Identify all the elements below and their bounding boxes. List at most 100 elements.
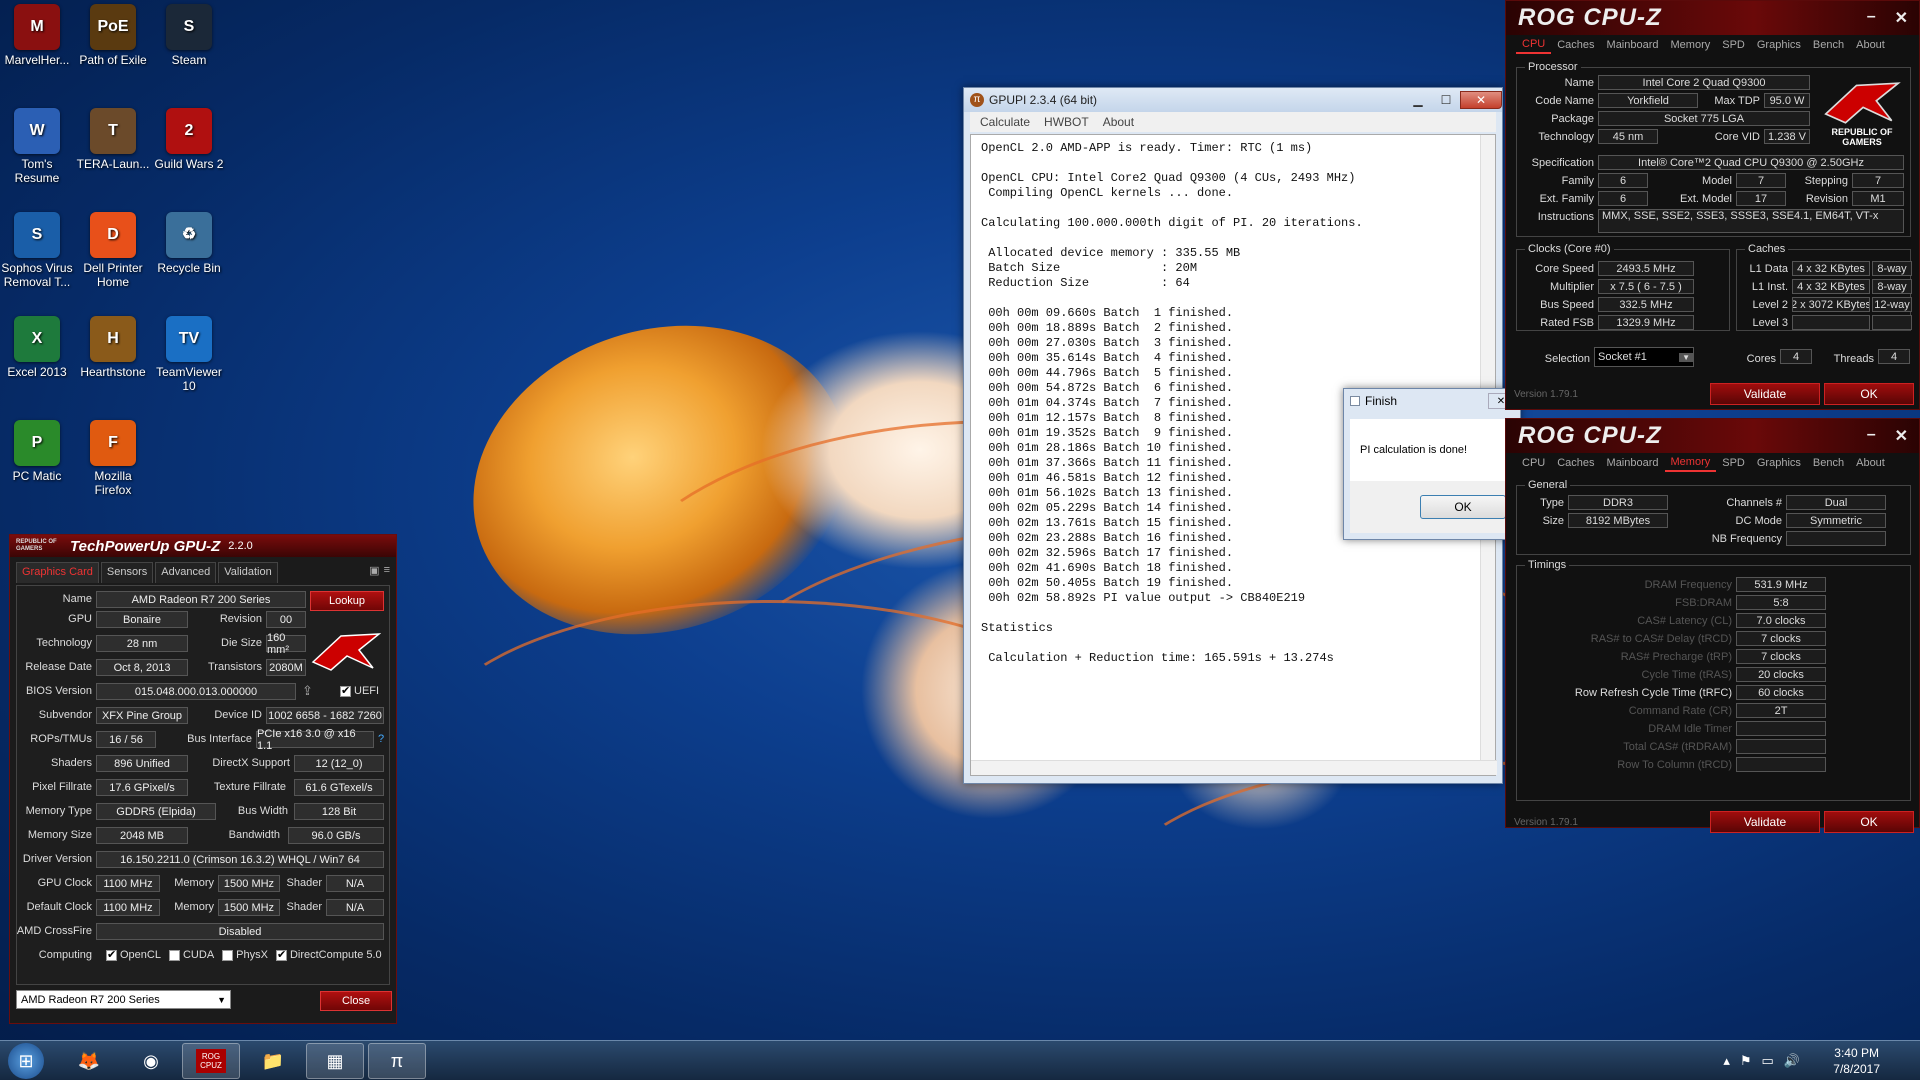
ok-button[interactable]: OK [1420,495,1506,519]
gpuz-taskbar-icon[interactable]: ▦ [306,1043,364,1079]
level-3-value [1792,315,1870,330]
tab-advanced[interactable]: Advanced [155,562,217,583]
start-button[interactable]: ⊞ [8,1043,44,1079]
cpuz-taskbar-icon[interactable]: ROG CPUZ [182,1043,240,1079]
tab-bench[interactable]: Bench [1807,455,1850,471]
tab-graphics[interactable]: Graphics [1751,455,1807,471]
network-icon[interactable]: ▭ [1762,1053,1774,1069]
ok-button[interactable]: OK [1824,383,1914,405]
desktop-icon[interactable]: TV TeamViewer 10 [152,316,226,393]
socket-select[interactable]: Socket #1 ▼ [1594,347,1694,367]
physx-option[interactable]: PhysX [222,949,268,961]
checkbox[interactable] [340,684,351,697]
tab-cpu[interactable]: CPU [1516,455,1551,471]
finish-titlebar[interactable]: Finish ✕ [1344,389,1520,413]
die-size-value: 160 mm² [266,632,306,656]
desktop-icon[interactable]: ♻ Recycle Bin [152,212,226,275]
tab-memory[interactable]: Memory [1665,37,1717,53]
desktop-icon[interactable]: PoE Path of Exile [76,4,150,67]
horizontal-scrollbar[interactable] [971,760,1497,775]
gpupi-titlebar[interactable]: π GPUPI 2.3.4 (64 bit) ▁ ☐ ✕ [964,88,1502,112]
close-button[interactable]: Close [320,991,392,1011]
explorer-taskbar-icon[interactable]: 📁 [244,1043,302,1079]
technology-value: 45 nm [1598,129,1658,144]
tab-spd[interactable]: SPD [1716,37,1751,53]
checkbox[interactable] [168,949,180,961]
cpuz-titlebar[interactable]: ROG CPU-Z – ✕ [1506,1,1919,35]
firefox-taskbar-icon[interactable]: 🦊 [60,1043,118,1079]
l1-data-label: L1 Data [1749,263,1788,275]
tab-graphics-card[interactable]: Graphics Card [16,562,99,583]
cuda-option[interactable]: CUDA [168,949,214,961]
flag-icon[interactable]: ⚑ [1740,1053,1752,1069]
gpuz-title: TechPowerUp GPU-Z [70,537,221,555]
desktop-icon[interactable]: S Steam [152,4,226,67]
share-icon[interactable]: ⇪ [302,683,313,699]
show-hidden-icons-icon[interactable]: ▴ [1723,1053,1730,1069]
close-button[interactable]: ✕ [1895,8,1909,28]
desktop-icon[interactable]: D Dell Printer Home [76,212,150,289]
maximize-button[interactable]: ☐ [1432,91,1460,109]
desktop-icon[interactable]: 2 Guild Wars 2 [152,108,226,171]
tab-mainboard[interactable]: Mainboard [1601,37,1665,53]
shader-clock-label: Shader [286,877,322,889]
menu-hwbot[interactable]: HWBOT [1044,115,1089,129]
menu-icon[interactable]: ≡ [384,564,390,583]
tab-mainboard[interactable]: Mainboard [1601,455,1665,471]
desktop-icon[interactable]: H Hearthstone [76,316,150,379]
close-button[interactable]: ✕ [1460,91,1502,109]
tab-bench[interactable]: Bench [1807,37,1850,53]
checkbox[interactable] [275,948,287,961]
gpuz-titlebar[interactable]: REPUBLIC OF GAMERS TechPowerUp GPU-Z 2.2… [10,535,396,557]
app-icon: TV [166,316,212,362]
tab-caches[interactable]: Caches [1551,455,1600,471]
command-rate-value: 2T [1736,703,1826,718]
desktop-icon[interactable]: S Sophos Virus Removal T... [0,212,74,289]
close-button[interactable]: ✕ [1895,426,1909,446]
checkbox[interactable] [106,948,117,961]
cores-value: 4 [1780,349,1812,364]
row-refresh-label: Row Refresh Cycle Time (tRFC) [1574,687,1732,699]
chrome-taskbar-icon[interactable]: ◉ [122,1043,180,1079]
desktop-icon[interactable]: P PC Matic [0,420,74,483]
dram-idle-timer-value [1736,721,1826,736]
tab-spd[interactable]: SPD [1716,455,1751,471]
gpu-select[interactable]: AMD Radeon R7 200 Series ▼ [16,990,231,1009]
desktop-icon[interactable]: F Mozilla Firefox [76,420,150,497]
desktop-icon[interactable]: W Tom's Resume [0,108,74,185]
lookup-button[interactable]: Lookup [310,591,384,611]
tab-cpu[interactable]: CPU [1516,36,1552,54]
camera-icon[interactable]: ▣ [369,564,379,583]
ok-button[interactable]: OK [1824,811,1914,833]
uefi-checkbox[interactable]: UEFI [340,684,379,697]
tab-memory[interactable]: Memory [1664,454,1717,472]
tab-graphics[interactable]: Graphics [1751,37,1807,53]
opencl-option[interactable]: OpenCL [106,948,161,961]
tab-about[interactable]: About [1850,37,1891,53]
model-label: Model [1702,175,1732,187]
minimize-button[interactable]: ▁ [1404,91,1432,109]
directcompute-option[interactable]: DirectCompute 5.0 [275,948,382,961]
app-icon: S [14,212,60,258]
checkbox[interactable] [222,949,234,961]
tab-validation[interactable]: Validation [218,562,278,583]
validate-button[interactable]: Validate [1710,811,1820,833]
minimize-button[interactable]: – [1867,8,1877,28]
cpuz-titlebar[interactable]: ROG CPU-Z – ✕ [1506,419,1919,453]
desktop-icon[interactable]: M MarvelHer... [0,4,74,67]
rog-logo-icon: REPUBLIC OF GAMERS [1820,81,1904,151]
validate-button[interactable]: Validate [1710,383,1820,405]
desktop-icon[interactable]: T TERA-Laun... [76,108,150,171]
menu-calculate[interactable]: Calculate [980,115,1030,129]
menu-about[interactable]: About [1103,115,1134,129]
volume-icon[interactable]: 🔊 [1784,1053,1800,1069]
help-icon[interactable]: ? [378,733,384,745]
tab-about[interactable]: About [1850,455,1891,471]
tab-caches[interactable]: Caches [1551,37,1600,53]
clock[interactable]: 3:40 PM 7/8/2017 [1833,1045,1880,1077]
tab-sensors[interactable]: Sensors [100,562,154,583]
instructions-value: MMX, SSE, SSE2, SSE3, SSSE3, SSE4.1, EM6… [1598,209,1904,233]
minimize-button[interactable]: – [1867,426,1877,446]
gpupi-taskbar-icon[interactable]: π [368,1043,426,1079]
desktop-icon[interactable]: X Excel 2013 [0,316,74,379]
